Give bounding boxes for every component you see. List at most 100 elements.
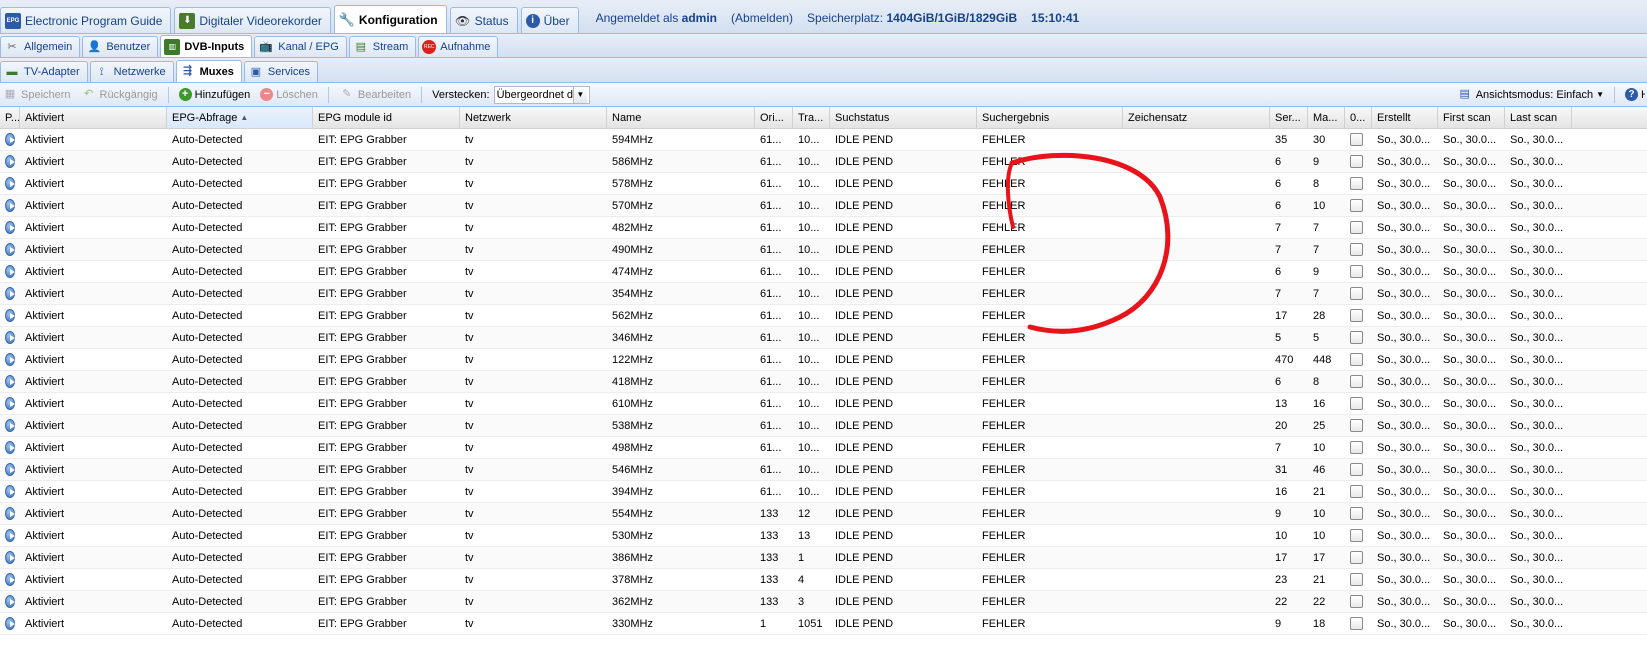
table-row[interactable]: Aktiviert Auto-Detected EIT: EPG Grabber tv… <box>0 349 1647 371</box>
col-header-transport[interactable]: Tra... <box>793 107 830 128</box>
cell-play[interactable] <box>0 151 20 172</box>
row-checkbox[interactable] <box>1350 155 1363 168</box>
play-icon[interactable] <box>5 507 15 520</box>
col-header-checkbox[interactable]: 0... <box>1345 107 1372 128</box>
row-checkbox[interactable] <box>1350 177 1363 190</box>
play-icon[interactable] <box>5 551 15 564</box>
col-header-created[interactable]: Erstellt <box>1372 107 1438 128</box>
row-checkbox[interactable] <box>1350 221 1363 234</box>
row-checkbox[interactable] <box>1350 375 1363 388</box>
cell-play[interactable] <box>0 129 20 150</box>
table-row[interactable]: Aktiviert Auto-Detected EIT: EPG Grabber tv… <box>0 261 1647 283</box>
play-icon[interactable] <box>5 617 15 630</box>
delete-button[interactable]: − Löschen <box>260 88 318 101</box>
col-header-enabled[interactable]: Aktiviert <box>20 107 167 128</box>
table-row[interactable]: Aktiviert Auto-Detected EIT: EPG Grabber tv… <box>0 547 1647 569</box>
tab-dvr[interactable]: ⬇ Digitaler Videorekorder <box>174 7 331 33</box>
cell-play[interactable] <box>0 613 20 634</box>
row-checkbox[interactable] <box>1350 573 1363 586</box>
cell-play[interactable] <box>0 437 20 458</box>
table-row[interactable]: Aktiviert Auto-Detected EIT: EPG Grabber tv… <box>0 305 1647 327</box>
col-header-orig[interactable]: Ori... <box>755 107 793 128</box>
cell-play[interactable] <box>0 481 20 502</box>
tab-configuration[interactable]: 🔧 Konfiguration <box>333 5 447 33</box>
tab-networks[interactable]: ⟟ Netzwerke <box>89 61 174 82</box>
col-header-network[interactable]: Netzwerk <box>460 107 607 128</box>
save-button[interactable]: ▦ Speichern <box>2 87 71 103</box>
row-checkbox[interactable] <box>1350 265 1363 278</box>
play-icon[interactable] <box>5 243 15 256</box>
play-icon[interactable] <box>5 353 15 366</box>
cell-play[interactable] <box>0 591 20 612</box>
play-icon[interactable] <box>5 463 15 476</box>
cell-play[interactable] <box>0 261 20 282</box>
table-row[interactable]: Aktiviert Auto-Detected EIT: EPG Grabber tv… <box>0 613 1647 635</box>
row-checkbox[interactable] <box>1350 243 1363 256</box>
edit-button[interactable]: ✎ Bearbeiten <box>339 87 411 103</box>
cell-play[interactable] <box>0 195 20 216</box>
table-row[interactable]: Aktiviert Auto-Detected EIT: EPG Grabber tv… <box>0 195 1647 217</box>
row-checkbox[interactable] <box>1350 133 1363 146</box>
row-checkbox[interactable] <box>1350 463 1363 476</box>
table-row[interactable]: Aktiviert Auto-Detected EIT: EPG Grabber tv… <box>0 459 1647 481</box>
help-button[interactable]: ? H <box>1625 88 1645 101</box>
row-checkbox[interactable] <box>1350 507 1363 520</box>
row-checkbox[interactable] <box>1350 551 1363 564</box>
cell-play[interactable] <box>0 217 20 238</box>
row-checkbox[interactable] <box>1350 419 1363 432</box>
play-icon[interactable] <box>5 595 15 608</box>
cell-play[interactable] <box>0 503 20 524</box>
cell-play[interactable] <box>0 173 20 194</box>
tab-stream[interactable]: ▤ Stream <box>348 36 417 57</box>
table-row[interactable]: Aktiviert Auto-Detected EIT: EPG Grabber tv… <box>0 371 1647 393</box>
play-icon[interactable] <box>5 221 15 234</box>
play-icon[interactable] <box>5 155 15 168</box>
table-row[interactable]: Aktiviert Auto-Detected EIT: EPG Grabber tv… <box>0 283 1647 305</box>
tab-services[interactable]: ▣ Services <box>243 61 319 82</box>
col-header-charset[interactable]: Zeichensatz <box>1123 107 1270 128</box>
play-icon[interactable] <box>5 573 15 586</box>
play-icon[interactable] <box>5 397 15 410</box>
row-checkbox[interactable] <box>1350 199 1363 212</box>
row-checkbox[interactable] <box>1350 353 1363 366</box>
tab-epg[interactable]: EPG Electronic Program Guide <box>0 7 172 33</box>
col-header-last-scan[interactable]: Last scan <box>1505 107 1572 128</box>
col-header-epg[interactable]: EPG-Abfrage ▲ <box>167 107 313 128</box>
play-icon[interactable] <box>5 309 15 322</box>
play-icon[interactable] <box>5 419 15 432</box>
row-checkbox[interactable] <box>1350 309 1363 322</box>
tab-dvb-inputs[interactable]: ▥ DVB-Inputs <box>160 35 253 57</box>
cell-play[interactable] <box>0 327 20 348</box>
cell-play[interactable] <box>0 305 20 326</box>
col-header-name[interactable]: Name <box>607 107 755 128</box>
cell-play[interactable] <box>0 283 20 304</box>
col-header-services[interactable]: Ser... <box>1270 107 1308 128</box>
tab-status[interactable]: 👁 Status <box>449 7 518 33</box>
table-row[interactable]: Aktiviert Auto-Detected EIT: EPG Grabber tv… <box>0 327 1647 349</box>
play-icon[interactable] <box>5 375 15 388</box>
row-checkbox[interactable] <box>1350 287 1363 300</box>
cell-play[interactable] <box>0 459 20 480</box>
row-checkbox[interactable] <box>1350 397 1363 410</box>
cell-play[interactable] <box>0 393 20 414</box>
tab-channel-epg[interactable]: 📺 Kanal / EPG <box>254 36 347 57</box>
table-row[interactable]: Aktiviert Auto-Detected EIT: EPG Grabber tv… <box>0 569 1647 591</box>
table-row[interactable]: Aktiviert Auto-Detected EIT: EPG Grabber tv… <box>0 173 1647 195</box>
hide-select[interactable]: Übergeordnet d ▼ <box>493 85 590 104</box>
table-row[interactable]: Aktiviert Auto-Detected EIT: EPG Grabber tv… <box>0 239 1647 261</box>
cell-play[interactable] <box>0 239 20 260</box>
cell-play[interactable] <box>0 525 20 546</box>
col-header-first-scan[interactable]: First scan <box>1438 107 1505 128</box>
table-row[interactable]: Aktiviert Auto-Detected EIT: EPG Grabber tv… <box>0 151 1647 173</box>
col-header-scan-result[interactable]: Suchergebnis <box>977 107 1123 128</box>
tab-tv-adapter[interactable]: ▬ TV-Adapter <box>0 61 88 82</box>
undo-button[interactable]: ↶ Rückgängig <box>81 87 158 103</box>
view-mode-button[interactable]: ▤ Ansichtsmodus: Einfach ▼ <box>1457 87 1604 103</box>
play-icon[interactable] <box>5 441 15 454</box>
play-icon[interactable] <box>5 177 15 190</box>
tab-about[interactable]: i Über <box>520 7 579 33</box>
tab-users[interactable]: 👤 Benutzer <box>82 36 159 57</box>
play-icon[interactable] <box>5 265 15 278</box>
table-row[interactable]: Aktiviert Auto-Detected EIT: EPG Grabber tv… <box>0 217 1647 239</box>
row-checkbox[interactable] <box>1350 595 1363 608</box>
